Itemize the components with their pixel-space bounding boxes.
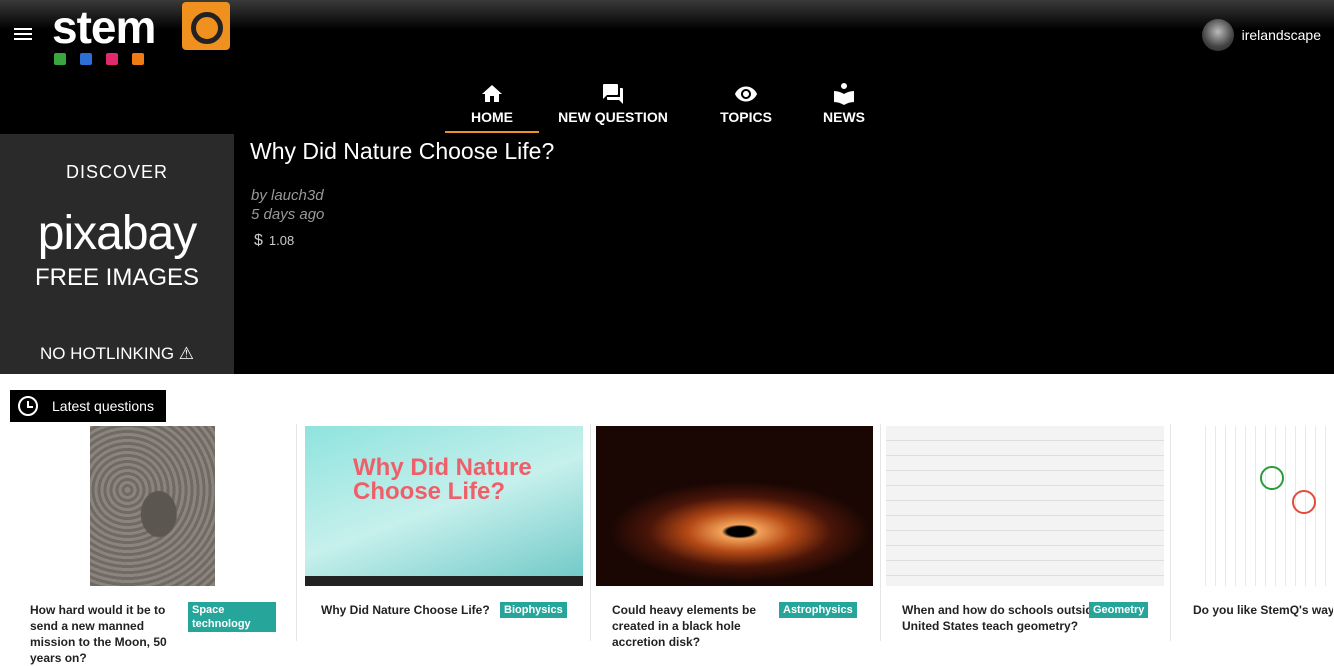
ad-pixabay: pixabay — [37, 207, 197, 260]
featured-author[interactable]: by lauch3d — [251, 187, 324, 204]
book-reader-icon — [834, 83, 854, 105]
nav-news[interactable]: NEWS — [799, 82, 889, 133]
pixabay-ad[interactable]: DISCOVER pixabay FREE IMAGES NO HOTLINKI… — [0, 134, 234, 374]
home-icon — [482, 85, 502, 102]
ad-free-images: FREE IMAGES — [34, 264, 200, 291]
question-card[interactable]: Why Did Nature Choose Life? Why Did Natu… — [296, 424, 591, 641]
featured-question: Why Did Nature Choose Life? by lauch3d 5… — [234, 134, 1334, 374]
logo-badges — [54, 52, 158, 70]
latest-questions-button[interactable]: Latest questions — [10, 390, 166, 422]
nav-home[interactable]: HOME — [445, 82, 539, 133]
topic-tag[interactable]: Astrophysics — [779, 602, 857, 618]
smiley-green-icon — [1260, 466, 1284, 490]
badge-chem-icon — [106, 53, 118, 65]
footprint-image[interactable] — [90, 426, 215, 586]
card-question[interactable]: How hard would it be to send a new manne… — [30, 602, 180, 666]
reward-amount: 1.08 — [268, 233, 295, 248]
image-bar — [305, 576, 583, 586]
featured-reward: $1.08 — [254, 232, 294, 250]
dollar-icon: $ — [254, 232, 263, 249]
smiley-red-icon — [1292, 490, 1316, 514]
image-caption: Why Did Nature Choose Life? — [353, 454, 532, 505]
smiley-feedback-image[interactable] — [1196, 426, 1334, 586]
nav-new-question[interactable]: NEW QUESTION — [533, 82, 693, 133]
username: irelandscape — [1241, 27, 1321, 43]
topic-tag[interactable]: Biophysics — [500, 602, 567, 618]
black-hole-image[interactable] — [596, 426, 873, 586]
nav-topics[interactable]: TOPICS — [695, 82, 797, 133]
ad-no-hotlinking: NO HOTLINKING ⚠ — [39, 344, 195, 363]
nav-home-label: HOME — [471, 109, 513, 125]
nature-life-image[interactable]: Why Did Nature Choose Life? — [305, 426, 583, 586]
card-question[interactable]: Could heavy elements be created in a bla… — [612, 602, 762, 650]
logo-q-icon — [182, 2, 230, 50]
featured-title[interactable]: Why Did Nature Choose Life? — [250, 138, 554, 165]
card-question[interactable]: Why Did Nature Choose Life? — [321, 602, 491, 618]
question-card[interactable]: When and how do schools outside the Unit… — [880, 424, 1171, 641]
nav-new-question-label: NEW QUESTION — [558, 109, 668, 125]
question-card[interactable]: How hard would it be to send a new manne… — [0, 424, 297, 665]
featured-time: 5 days ago — [251, 206, 325, 223]
nav-news-label: NEWS — [823, 109, 865, 125]
eye-icon — [735, 86, 757, 102]
topic-tag[interactable]: Geometry — [1089, 602, 1149, 618]
logo-text: stem — [52, 1, 156, 53]
question-card[interactable]: Could heavy elements be created in a bla… — [590, 424, 881, 649]
topic-tag[interactable]: Space technology — [188, 602, 276, 632]
forum-icon — [603, 84, 623, 104]
question-card[interactable]: Do you like StemQ's way of contributing … — [1170, 424, 1334, 641]
whiteboard-image[interactable] — [886, 426, 1164, 586]
badge-bio-icon — [54, 53, 66, 65]
main-nav: HOME NEW QUESTION TOPICS NEWS — [445, 82, 889, 133]
nav-topics-label: TOPICS — [720, 109, 772, 125]
ad-discover: DISCOVER — [65, 162, 169, 182]
menu-icon[interactable] — [14, 28, 32, 42]
clock-icon — [18, 396, 38, 416]
badge-math-icon — [132, 53, 144, 65]
badge-physics-icon — [80, 53, 92, 65]
user-menu[interactable]: irelandscape — [1201, 19, 1321, 51]
card-question[interactable]: Do you like StemQ's way of contributing … — [1193, 602, 1333, 618]
logo[interactable]: stem — [52, 2, 232, 68]
avatar[interactable] — [1201, 19, 1234, 51]
latest-questions-label: Latest questions — [52, 398, 154, 414]
